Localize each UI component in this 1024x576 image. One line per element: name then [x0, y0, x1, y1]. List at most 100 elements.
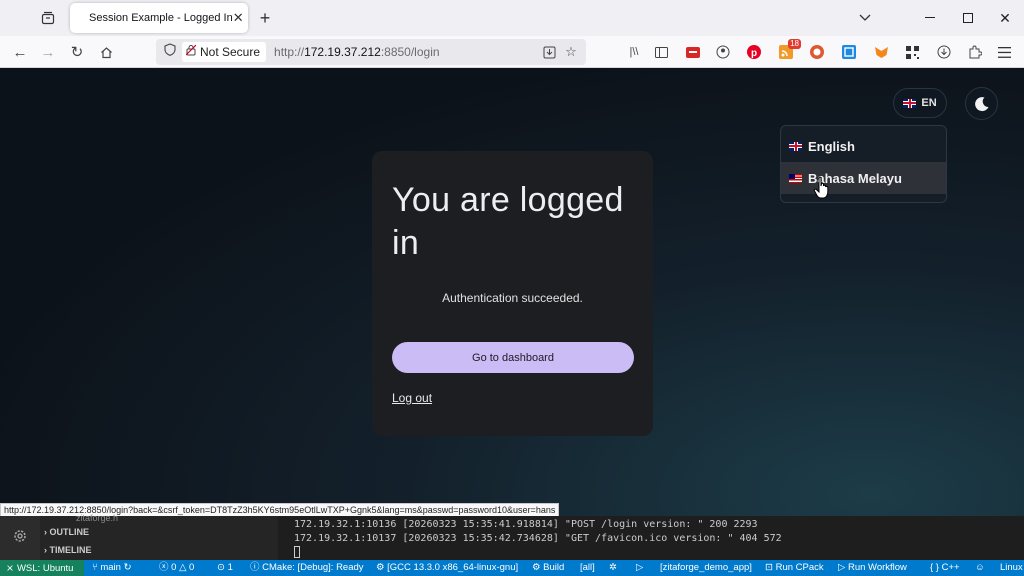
url-scheme: http:// — [274, 45, 305, 59]
outline-label: OUTLINE — [49, 527, 90, 537]
cmake-status-item[interactable]: ⓘ CMake: [Debug]: Ready — [250, 560, 364, 576]
language-mode-label: C++ — [941, 562, 960, 573]
rss-extension-icon[interactable]: 18 — [777, 39, 801, 61]
hand-pointer-cursor-icon — [813, 176, 829, 199]
metamask-fox-icon[interactable] — [872, 43, 890, 61]
library-icon[interactable]: |\\ — [625, 43, 643, 61]
launch-target-item[interactable]: [zitaforge_demo_app] — [660, 560, 752, 576]
build-label: Build — [543, 562, 565, 573]
timeline-label: TIMELINE — [49, 545, 92, 555]
browser-tab-active[interactable]: Session Example - Logged In ✕ — [70, 3, 248, 33]
language-switcher-button[interactable]: EN — [893, 88, 947, 118]
tab-title: Session Example - Logged In — [89, 12, 233, 24]
remote-label: WSL: Ubuntu — [16, 562, 74, 574]
terminal-prompt — [294, 546, 1024, 560]
workflow-label: Run Workflow — [847, 562, 907, 573]
download-page-icon[interactable] — [540, 43, 558, 61]
cmake-status-label: CMake: [Debug]: Ready — [262, 562, 364, 573]
build-target-item[interactable]: [all] — [580, 560, 595, 576]
remote-icon: ⨯ — [6, 562, 14, 574]
shield-icon[interactable] — [164, 43, 176, 61]
browser-nav-bar: ← → ↻ Not Secure http://172.19.37.212:88… — [0, 36, 1024, 68]
debug-bug-icon[interactable]: ✲ — [609, 560, 617, 576]
url-path: :8850/login — [380, 45, 440, 59]
sidebar-icon[interactable] — [652, 43, 670, 61]
remote-indicator[interactable]: ⨯ WSL: Ubuntu — [0, 560, 84, 576]
timeline-section-header[interactable]: › TIMELINE — [44, 545, 92, 555]
uk-flag-icon — [903, 98, 917, 108]
pinterest-icon[interactable]: p — [745, 43, 763, 61]
run-cpack-button[interactable]: ⊡ Run CPack — [765, 560, 824, 576]
new-tab-button[interactable]: + — [256, 8, 274, 28]
duckduckgo-icon[interactable] — [808, 43, 826, 61]
language-option-label: English — [808, 138, 855, 154]
qr-code-icon[interactable] — [903, 43, 921, 61]
activity-bar — [0, 516, 40, 560]
language-mode-item[interactable]: { } C++ — [930, 560, 960, 576]
vscode-window: zitaforge.h › OUTLINE › TIMELINE 172.19.… — [0, 513, 1024, 560]
bookmark-star-icon[interactable]: ☆ — [562, 43, 580, 61]
status-message: Authentication succeeded. — [442, 291, 583, 305]
explorer-file-item[interactable]: zitaforge.h — [76, 513, 118, 523]
address-bar[interactable]: Not Secure http://172.19.37.212:8850/log… — [156, 39, 586, 65]
git-branch-item[interactable]: ⑂ main ↻ — [92, 560, 132, 576]
language-option-malay[interactable]: Bahasa Melayu — [781, 162, 946, 194]
site-security-indicator[interactable]: Not Secure — [182, 42, 267, 62]
terminal-cursor — [294, 546, 300, 558]
build-button[interactable]: ⚙ Build — [532, 560, 564, 576]
malaysia-flag-icon — [789, 173, 802, 183]
cmake-kit-item[interactable]: ⚙ [GCC 13.3.0 x86_64-linux-gnu] — [376, 560, 518, 576]
copilot-icon[interactable]: ☺ — [975, 560, 985, 576]
browser-tab-strip: Session Example - Logged In ✕ + ✕ — [0, 0, 1024, 36]
error-count: 0 — [171, 562, 177, 573]
ports-item[interactable]: ⊙ 1 — [217, 560, 233, 576]
forward-arrow-icon[interactable]: → — [37, 41, 59, 63]
ports-count: 1 — [227, 562, 233, 573]
minimize-button[interactable] — [918, 6, 942, 30]
login-status-card: You are logged in Authentication succeed… — [372, 151, 653, 436]
url-host: 172.19.37.212 — [304, 45, 381, 59]
explorer-sidebar: zitaforge.h › OUTLINE › TIMELINE — [40, 513, 278, 560]
reload-icon[interactable]: ↻ — [66, 41, 88, 63]
window-close-button[interactable]: ✕ — [993, 6, 1017, 30]
tab-close-icon[interactable]: ✕ — [233, 9, 244, 27]
account-icon[interactable] — [714, 43, 732, 61]
downloads-icon[interactable] — [935, 43, 953, 61]
home-icon[interactable] — [95, 41, 117, 63]
terminal-panel[interactable]: 172.19.32.1:10136 [20260323 15:35:41.918… — [280, 516, 1024, 560]
warning-count: 0 — [189, 562, 195, 573]
theme-toggle-button[interactable] — [965, 87, 998, 120]
url-text[interactable]: http://172.19.37.212:8850/login — [274, 45, 440, 59]
language-option-english[interactable]: English — [781, 130, 946, 162]
terminal-line: 172.19.32.1:10136 [20260323 15:35:41.918… — [294, 519, 758, 530]
language-dropdown-menu: English Bahasa Melayu — [780, 125, 947, 203]
red-extension-icon[interactable] — [684, 43, 702, 61]
extensions-puzzle-icon[interactable] — [966, 43, 984, 61]
not-secure-label: Not Secure — [200, 45, 261, 59]
run-play-icon[interactable]: ▷ — [636, 560, 643, 576]
p-extension-icon[interactable] — [840, 43, 858, 61]
tab-list-icon[interactable] — [38, 8, 58, 28]
back-arrow-icon[interactable]: ← — [9, 41, 31, 63]
insecure-lock-icon — [185, 43, 197, 61]
terminal-line: 172.19.32.1:10137 [20260323 15:35:42.734… — [294, 533, 782, 544]
svg-text:p: p — [751, 48, 757, 59]
log-out-link[interactable]: Log out — [392, 391, 432, 405]
os-label[interactable]: Linux — [1000, 560, 1023, 576]
settings-gear-icon[interactable] — [12, 528, 28, 549]
page-viewport: EN English Bahasa Melayu You are logged … — [0, 68, 1024, 516]
page-title: You are logged in — [392, 181, 624, 262]
vscode-status-bar: ⨯ WSL: Ubuntu ⑂ main ↻ ⓧ 0 △ 0 ⊙ 1 ⓘ CMa… — [0, 560, 1024, 576]
maximize-button[interactable] — [956, 6, 980, 30]
run-workflow-button[interactable]: ▷ Run Workflow — [838, 560, 907, 576]
uk-flag-icon — [789, 141, 802, 151]
go-to-dashboard-button[interactable]: Go to dashboard — [392, 342, 634, 373]
app-menu-icon[interactable] — [995, 43, 1013, 61]
tab-overflow-chevron-icon[interactable] — [853, 6, 877, 30]
language-code: EN — [921, 97, 937, 109]
sync-icon: ↻ — [123, 562, 132, 573]
outline-section-header[interactable]: › OUTLINE — [44, 527, 89, 537]
problems-item[interactable]: ⓧ 0 △ 0 — [159, 560, 194, 576]
extension-badge-count: 18 — [788, 39, 801, 49]
moon-icon — [974, 96, 988, 111]
